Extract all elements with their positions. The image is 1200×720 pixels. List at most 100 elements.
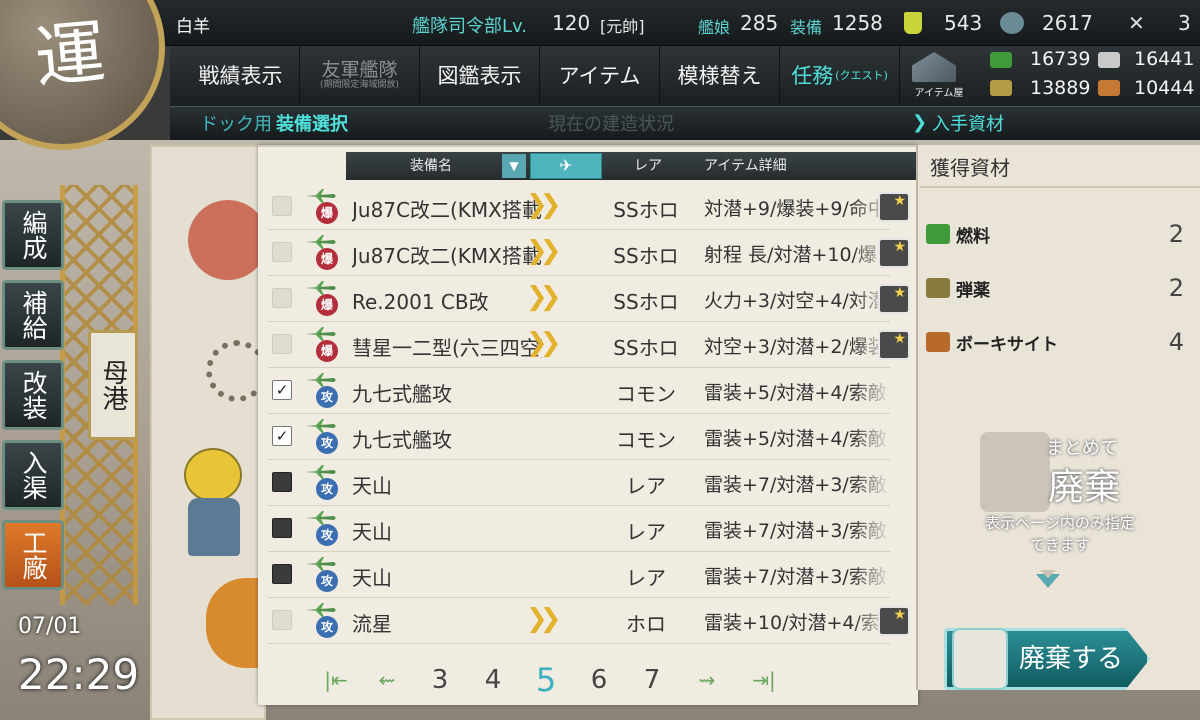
bulk-scrap-button[interactable]: まとめて 廃棄 表示ページ内のみ指定できます (970, 420, 1150, 570)
table-row[interactable]: 爆 Ju87C改二(KMX搭載機)❯❯ SSホロ 対潜+9/爆装+9/命中★ (268, 184, 910, 230)
equip-name: 九七式艦攻 (352, 428, 452, 452)
proficiency-chevron-icon: ❯❯ (526, 604, 561, 634)
table-row[interactable]: 攻天山 レア 雷装+7/対潜+3/索敵 (268, 552, 890, 598)
side-supply-button[interactable]: 補給 (2, 280, 64, 350)
aircraft-icon (304, 234, 338, 250)
hammer-icon (188, 200, 268, 280)
row-checkbox[interactable] (272, 610, 292, 630)
aircraft-icon (304, 418, 338, 434)
sub-obtained: 入手資材 (932, 114, 1004, 135)
aircraft-icon (304, 602, 338, 618)
hq-level: 120 (552, 11, 591, 35)
table-row[interactable]: 爆 Ju87C改二(KMX搭載機)❯❯ SSホロ 射程 長/対潜+10/爆★ (268, 230, 910, 276)
proficiency-chevron-icon: ❯❯ (526, 236, 561, 266)
row-checkbox[interactable] (272, 472, 292, 492)
table-row[interactable]: 攻流星 ❯❯ ホロ 雷装+10/対潜+4/索 ★ (268, 598, 910, 644)
equip-rarity: ホロ (626, 612, 666, 636)
header-equip-name[interactable]: 装備名 (410, 152, 452, 180)
nav-encyclopedia[interactable]: 図鑑表示 (420, 46, 540, 104)
equip-rarity: SSホロ (613, 244, 679, 268)
table-row[interactable]: 爆 Re.2001 CB改 ❯❯ SSホロ 火力+3/対空+4/対潜 ★ (268, 276, 910, 322)
table-row[interactable]: ✓ 攻九七式艦攻 コモン 雷装+5/対潜+4/索敵 (268, 368, 890, 414)
equip-rarity: コモン (616, 382, 676, 406)
page-7[interactable]: 7 (636, 660, 668, 700)
aircraft-icon (304, 280, 338, 296)
page-4[interactable]: 4 (477, 660, 509, 700)
home-port-button[interactable]: 母港 (88, 330, 138, 440)
equip-name: 九七式艦攻 (352, 382, 452, 406)
aircraft-icon (304, 188, 338, 204)
materials-title: 獲得資材 (930, 156, 1010, 180)
ammo-amount: 13889 (1030, 77, 1091, 99)
sub-equip-select: 装備選択 (276, 114, 348, 135)
row-checkbox[interactable] (272, 196, 292, 216)
bomber-badge-icon: 爆 (316, 340, 338, 362)
dev-material-count: 2617 (1042, 11, 1093, 35)
equip-count: 1258 (832, 11, 883, 35)
admiral-name: 白羊 (176, 17, 210, 37)
equip-rarity: レア (626, 566, 666, 590)
aircraft-filter-button[interactable]: ✈ (530, 153, 602, 179)
bomber-badge-icon: 爆 (316, 248, 338, 270)
row-checkbox[interactable] (272, 334, 292, 354)
side-dock-button[interactable]: 入渠 (2, 440, 64, 510)
aircraft-icon (304, 556, 338, 572)
torpedo-badge-icon: 攻 (316, 432, 338, 454)
nav-friend-fleet[interactable]: 友軍艦隊 (期間限定海域開放) (300, 46, 420, 104)
nav-items[interactable]: アイテム (540, 46, 660, 104)
row-checkbox[interactable] (272, 564, 292, 584)
aircraft-icon (304, 510, 338, 526)
side-arsenal-button[interactable]: 工廠 (2, 520, 64, 590)
sort-down-arrow-icon[interactable]: ▼ (502, 154, 526, 178)
torpedo-badge-icon: 攻 (316, 386, 338, 408)
screw-icon: ✕ (1128, 11, 1145, 35)
ammo-icon (990, 80, 1012, 96)
equip-detail: 対潜+9/爆装+9/命中 (704, 198, 887, 220)
bucket-icon (904, 12, 922, 34)
equip-rarity: SSホロ (613, 198, 679, 222)
lock-icon: ★ (878, 284, 910, 314)
nav-records[interactable]: 戦績表示 (182, 46, 300, 104)
equip-detail: 雷装+5/対潜+4/索敵 (704, 428, 887, 450)
equip-detail: 対空+3/対潜+2/爆装 (704, 336, 887, 358)
emblem-glyph: 運 (31, 11, 109, 99)
clock-time: 22:29 (18, 650, 140, 699)
header-rarity: レア (634, 158, 662, 174)
side-organize-button[interactable]: 編成 (2, 200, 64, 270)
proficiency-chevron-icon: ❯❯ (526, 328, 561, 358)
side-remodel-button[interactable]: 改装 (2, 360, 64, 430)
item-shop-button[interactable]: アイテム屋 (900, 48, 978, 104)
nav-quests[interactable]: 任務 (クエスト) (780, 46, 900, 104)
material-ammo: 弾薬 2 (926, 274, 1194, 306)
row-checkbox[interactable] (272, 288, 292, 308)
table-row[interactable]: ✓ 攻九七式艦攻 コモン 雷装+5/対潜+4/索敵 (268, 414, 890, 460)
material-fuel: 燃料 2 (926, 220, 1194, 252)
lock-icon: ★ (878, 192, 910, 222)
row-checkbox[interactable] (272, 242, 292, 262)
table-row[interactable]: 攻天山 レア 雷装+7/対潜+3/索敵 (268, 460, 890, 506)
page-5-current[interactable]: 5 (530, 660, 562, 700)
page-6[interactable]: 6 (583, 660, 615, 700)
torpedo-badge-icon: 攻 (316, 524, 338, 546)
page-3[interactable]: 3 (424, 660, 456, 700)
equip-rarity: SSホロ (613, 290, 679, 314)
screw-count: 3 (1178, 11, 1191, 35)
proficiency-chevron-icon: ❯❯ (526, 190, 561, 220)
prev-page-icon[interactable]: ⇜ (370, 660, 404, 700)
nav-furniture[interactable]: 模様替え (660, 46, 780, 104)
table-row[interactable]: 攻天山 レア 雷装+7/対潜+3/索敵 (268, 506, 890, 552)
row-checkbox[interactable]: ✓ (272, 426, 292, 446)
shop-icon (912, 52, 956, 82)
first-page-icon[interactable]: |⇤ (316, 660, 356, 700)
table-row[interactable]: 爆彗星一二型(六三四空) ❯❯ SSホロ 対空+3/対潜+2/爆装 ★ (268, 322, 910, 368)
next-page-icon[interactable]: ⇝ (690, 660, 724, 700)
equip-detail: 射程 長/対潜+10/爆 (704, 244, 877, 266)
ammo-icon (926, 278, 950, 298)
equip-name: Ju87C改二(KMX搭載機) (352, 244, 542, 268)
last-page-icon[interactable]: ⇥| (744, 660, 784, 700)
row-checkbox[interactable] (272, 518, 292, 538)
equip-count-label: 装備 (790, 18, 823, 37)
down-arrow-shadow (1040, 570, 1056, 578)
hq-rank: [元帥] (600, 17, 645, 36)
row-checkbox[interactable]: ✓ (272, 380, 292, 400)
